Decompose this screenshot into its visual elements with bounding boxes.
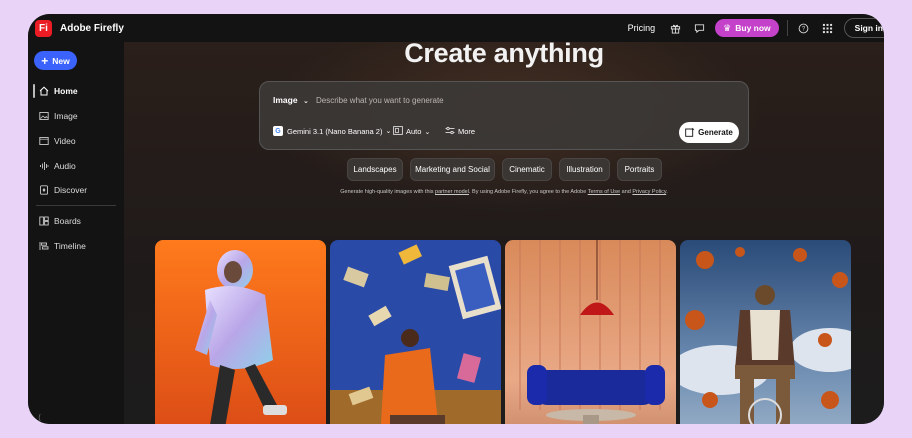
- sidebar-item-audio[interactable]: Audio: [38, 158, 76, 174]
- aspect-ratio-icon: [393, 126, 403, 137]
- chip-illustration[interactable]: Illustration: [559, 158, 610, 181]
- mode-label: Image: [273, 95, 298, 105]
- gallery-image-books[interactable]: [330, 240, 501, 424]
- sidebar-item-label: Audio: [54, 161, 76, 171]
- sliders-icon: [445, 126, 455, 137]
- plus-icon: +: [41, 53, 49, 68]
- collapse-icon[interactable]: ⟨: [38, 413, 41, 422]
- disclaimer-text: Generate high-quality images with this: [340, 189, 434, 195]
- sidebar-item-label: Image: [54, 111, 78, 121]
- aspect-dropdown[interactable]: Auto ⌄: [393, 126, 430, 137]
- page-title: Create anything: [404, 42, 604, 68]
- sign-in-button[interactable]: Sign in: [843, 18, 884, 38]
- app-logo[interactable]: Fi Adobe Firefly: [35, 19, 124, 37]
- disclaimer-text: and: [621, 189, 631, 195]
- sidebar-item-label: Video: [54, 136, 76, 146]
- main-content: Create anything Image ⌄ G Gemini 3.1 (Na…: [124, 42, 884, 424]
- top-bar: Fi Adobe Firefly Pricing ♛ Buy now ? Sig…: [28, 14, 884, 42]
- model-dropdown[interactable]: G Gemini 3.1 (Nano Banana 2) ⌄: [273, 126, 391, 136]
- chip-marketing-and-social[interactable]: Marketing and Social: [410, 158, 495, 181]
- gallery-image-peach-room[interactable]: [505, 240, 676, 424]
- chip-cinematic[interactable]: Cinematic: [502, 158, 552, 181]
- mode-dropdown[interactable]: Image ⌄: [273, 95, 309, 105]
- category-chips: Landscapes Marketing and Social Cinemati…: [347, 158, 669, 181]
- generate-sparkle-icon: [685, 127, 695, 139]
- new-button[interactable]: + New: [34, 51, 77, 70]
- prompt-input[interactable]: [316, 94, 616, 106]
- discover-icon: [38, 185, 49, 196]
- timeline-icon: [38, 241, 49, 252]
- pricing-link[interactable]: Pricing: [628, 23, 656, 33]
- terms-of-use-link[interactable]: Terms of Use: [588, 189, 620, 195]
- sidebar-item-label: Boards: [54, 216, 81, 226]
- firefly-logo-icon: Fi: [35, 19, 52, 37]
- top-bar-actions: Pricing ♛ Buy now ? Sign in: [628, 14, 884, 42]
- sidebar-item-image[interactable]: Image: [38, 108, 78, 124]
- app-title: Adobe Firefly: [60, 22, 124, 34]
- sidebar-item-video[interactable]: Video: [38, 133, 76, 149]
- chip-landscapes[interactable]: Landscapes: [347, 158, 403, 181]
- buy-now-label: Buy now: [735, 23, 771, 33]
- home-icon: [38, 86, 49, 97]
- partner-model-link[interactable]: partner model: [435, 189, 469, 195]
- prompt-panel: Image ⌄ G Gemini 3.1 (Nano Banana 2) ⌄ A…: [259, 81, 749, 150]
- more-settings-button[interactable]: More: [445, 126, 475, 137]
- terms-disclaimer: Generate high-quality images with this p…: [124, 189, 884, 195]
- sidebar: + New Home Image Video Audio Discover Bo…: [28, 42, 124, 424]
- disclaimer-text: . By using Adobe Firefly, you agree to t…: [468, 189, 587, 195]
- generate-label: Generate: [698, 128, 733, 137]
- sidebar-divider: [36, 205, 116, 206]
- privacy-policy-link[interactable]: Privacy Policy: [632, 189, 666, 195]
- feedback-icon[interactable]: [691, 20, 707, 36]
- disclaimer-text: .: [666, 189, 668, 195]
- apps-grid-icon[interactable]: [820, 20, 836, 36]
- help-icon[interactable]: ?: [796, 20, 812, 36]
- crown-icon: ♛: [723, 22, 732, 33]
- chevron-down-icon: ⌄: [385, 128, 392, 135]
- sidebar-item-label: Discover: [54, 185, 88, 195]
- sidebar-item-label: Timeline: [54, 241, 86, 251]
- chevron-down-icon: ⌄: [424, 128, 431, 136]
- divider: [786, 20, 788, 36]
- chip-portraits[interactable]: Portraits: [617, 158, 662, 181]
- sidebar-item-home[interactable]: Home: [38, 83, 78, 99]
- gallery-grid: [155, 240, 855, 424]
- sidebar-item-timeline[interactable]: Timeline: [38, 238, 86, 254]
- sidebar-item-discover[interactable]: Discover: [38, 182, 87, 198]
- sidebar-item-boards[interactable]: Boards: [38, 213, 81, 229]
- chevron-down-icon: ⌄: [302, 98, 309, 105]
- svg-text:?: ?: [802, 26, 806, 32]
- app-window: Fi Adobe Firefly Pricing ♛ Buy now ? Sig…: [28, 14, 884, 424]
- active-indicator: [33, 84, 35, 98]
- buy-now-button[interactable]: ♛ Buy now: [715, 19, 779, 37]
- boards-icon: [38, 216, 49, 227]
- gallery-image-basketball[interactable]: [680, 240, 851, 424]
- gallery-image-puffer-jacket[interactable]: [155, 240, 326, 424]
- new-label: New: [52, 55, 70, 66]
- google-gemini-icon: G: [273, 126, 283, 136]
- video-icon: [38, 136, 49, 147]
- model-label: Gemini 3.1 (Nano Banana 2): [287, 126, 383, 136]
- gift-icon[interactable]: [667, 20, 683, 36]
- more-label: More: [458, 127, 476, 136]
- sidebar-item-label: Home: [54, 86, 78, 96]
- generate-button[interactable]: Generate: [679, 122, 739, 143]
- audio-icon: [38, 161, 49, 172]
- image-icon: [38, 111, 49, 122]
- aspect-label: Auto: [406, 127, 422, 136]
